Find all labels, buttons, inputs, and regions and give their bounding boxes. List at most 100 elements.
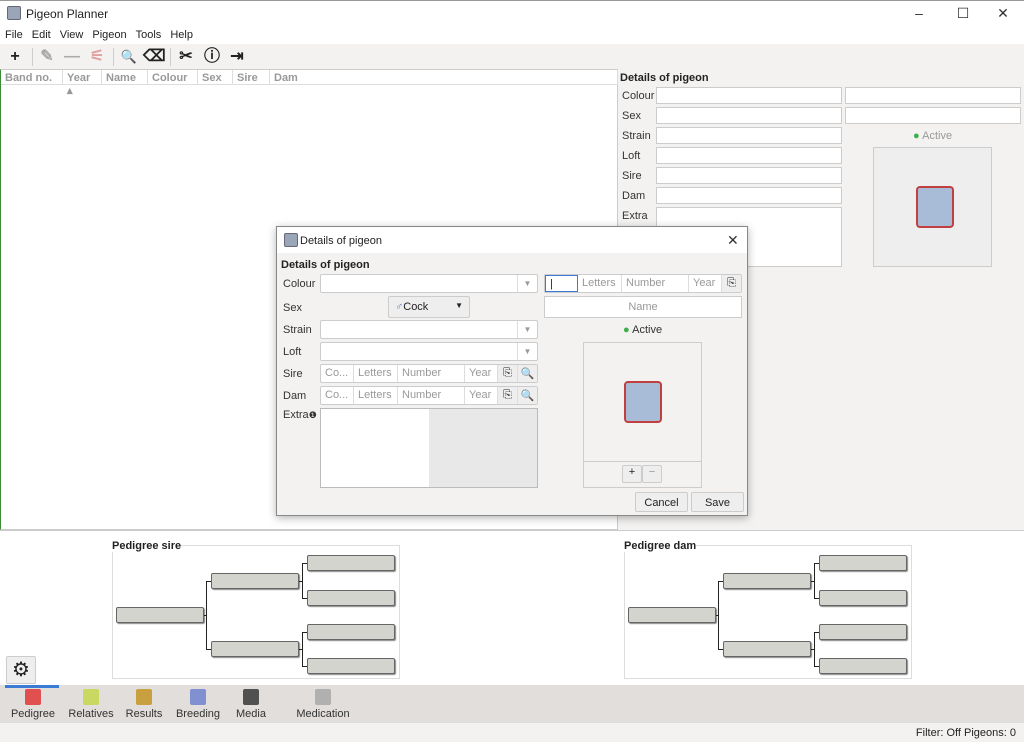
name-input[interactable]: Name (544, 296, 742, 318)
dam-pick-icon[interactable]: ⎘ (498, 387, 518, 404)
band-pick-icon[interactable]: ⎘ (722, 275, 741, 292)
tab-relatives[interactable]: Relatives (66, 685, 116, 722)
pedigree-connector (302, 563, 307, 564)
sire-field[interactable] (656, 167, 842, 184)
pedigree-node[interactable] (723, 573, 811, 589)
colour-combo[interactable]: ▼ (320, 274, 538, 293)
pedigree-connector (718, 581, 723, 582)
tab-label: Breeding (175, 708, 221, 720)
pedigree-node[interactable] (819, 658, 907, 674)
tab-results[interactable]: Results (123, 685, 165, 722)
column-sex[interactable]: Sex (198, 70, 233, 85)
column-dam[interactable]: Dam (270, 70, 618, 85)
settings-gear-icon[interactable]: ⚙ (6, 656, 36, 684)
close-button[interactable]: ✕ (994, 5, 1012, 23)
band-field[interactable] (845, 87, 1021, 104)
column-sire[interactable]: Sire (233, 70, 270, 85)
name-field[interactable] (845, 107, 1021, 124)
info-icon[interactable]: ⓘ (201, 47, 223, 67)
label-sire: Sire (283, 368, 303, 380)
pedigree-icon (25, 689, 41, 705)
pedigree-node[interactable] (211, 573, 299, 589)
dam-search-icon[interactable]: 🔍 (518, 387, 537, 404)
tab-medication[interactable]: Medication (290, 685, 356, 722)
extra-textarea[interactable] (320, 408, 538, 488)
pedigree-node[interactable] (307, 624, 395, 640)
remove-image-button[interactable]: − (642, 465, 662, 483)
column-band-no[interactable]: Band no. (1, 70, 63, 85)
sex-field[interactable] (656, 107, 842, 124)
pedigree-node[interactable] (819, 590, 907, 606)
loft-field[interactable] (656, 147, 842, 164)
info-icon: ❶ (308, 410, 317, 420)
menu-tools[interactable]: Tools (131, 26, 166, 41)
remove-icon[interactable]: — (61, 47, 83, 67)
tab-pedigree[interactable]: Pedigree (8, 685, 58, 722)
strain-combo[interactable]: ▼ (320, 320, 538, 339)
search-icon[interactable]: 🔍 (118, 47, 140, 67)
tools-icon[interactable]: ✂ (175, 47, 197, 67)
column-colour[interactable]: Colour (148, 70, 198, 85)
pedigree-node[interactable] (307, 590, 395, 606)
sire-pick-icon[interactable]: ⎘ (498, 365, 518, 382)
pedigree-node[interactable] (628, 607, 716, 623)
save-button[interactable]: Save (691, 492, 744, 512)
pedigree-node[interactable] (211, 641, 299, 657)
pedigree-connector (302, 666, 307, 667)
band-country-input[interactable]: | (545, 275, 578, 292)
menu-help[interactable]: Help (165, 26, 197, 41)
pedigree-sire (112, 545, 400, 679)
strain-field[interactable] (656, 127, 842, 144)
label-colour: Colour (622, 90, 655, 102)
pigeon-planner-logo (916, 186, 954, 228)
band-input[interactable]: | Letters Number Year ⎘ (544, 274, 742, 293)
menu-pigeon[interactable]: Pigeon (87, 26, 130, 41)
sex-dropdown[interactable]: ♂Cock ▼ (388, 296, 470, 318)
menu-view[interactable]: View (55, 26, 88, 41)
tab-label: Medication (296, 708, 350, 720)
dialog-close-button[interactable]: ✕ (727, 232, 739, 249)
filter-status: Filter: Off (915, 727, 961, 739)
edit-icon[interactable]: ✎ (36, 47, 58, 67)
column-year[interactable]: Year ▴ (63, 70, 102, 97)
tab-breeding[interactable]: Breeding (173, 685, 223, 722)
pigeon-count: Pigeons: 0 (964, 727, 1016, 739)
tab-label: Pedigree (10, 708, 56, 720)
pigeon-image[interactable] (873, 147, 992, 267)
active-status[interactable]: ● Active (623, 324, 662, 336)
exit-icon[interactable]: ⇥ (226, 47, 248, 67)
dam-band-input[interactable]: Co... Letters Number Year ⎘ 🔍 (320, 386, 538, 405)
pedigree-dam-title: Pedigree dam (624, 540, 697, 552)
pedigree-node[interactable] (307, 555, 395, 571)
window-title: Pigeon Planner (26, 7, 109, 21)
menu-edit[interactable]: Edit (27, 26, 55, 41)
tab-label: Results (125, 708, 163, 720)
pedigree-node[interactable] (819, 624, 907, 640)
label-loft: Loft (622, 150, 641, 162)
menu-file[interactable]: File (0, 26, 27, 41)
add-icon[interactable]: + (4, 47, 26, 67)
minimize-button[interactable]: – (910, 5, 928, 23)
column-name[interactable]: Name (102, 70, 148, 85)
colour-field[interactable] (656, 87, 842, 104)
pedigree-connector (206, 649, 211, 650)
image-box[interactable]: + − (583, 342, 702, 488)
pedigree-node[interactable] (307, 658, 395, 674)
pedigree-node[interactable] (723, 641, 811, 657)
cancel-button[interactable]: Cancel (635, 492, 688, 512)
remove-pigeons-icon[interactable]: ⚟ (86, 47, 108, 67)
label-extra: Extra (622, 210, 648, 222)
add-image-button[interactable]: + (622, 465, 642, 483)
pedigree-connector (302, 632, 307, 633)
sire-search-icon[interactable]: 🔍 (518, 365, 537, 382)
sire-band-input[interactable]: Co... Letters Number Year ⎘ 🔍 (320, 364, 538, 383)
dam-field[interactable] (656, 187, 842, 204)
clear-filter-icon[interactable]: ⌫ (143, 47, 166, 67)
pedigree-node[interactable] (116, 607, 204, 623)
loft-combo[interactable]: ▼ (320, 342, 538, 361)
pedigree-node[interactable] (819, 555, 907, 571)
details-dialog: Details of pigeon ✕ Details of pigeon Co… (276, 226, 748, 516)
tab-media[interactable]: Media (232, 685, 270, 722)
maximize-button[interactable]: ☐ (954, 5, 972, 23)
pedigree-connector (814, 598, 819, 599)
